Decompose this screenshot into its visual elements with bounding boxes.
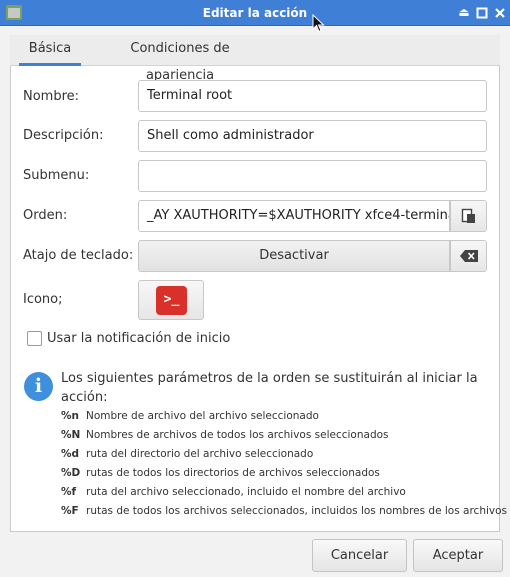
clear-shortcut-button[interactable] — [450, 240, 487, 272]
cancel-button[interactable]: Cancelar — [312, 539, 407, 572]
tab-condiciones-apariencia[interactable]: Condiciones de apariencia — [97, 35, 263, 83]
info-icon: i — [24, 372, 53, 401]
param-desc: ruta del archivo seleccionado, incluido … — [86, 486, 406, 498]
browse-command-button[interactable] — [450, 200, 487, 232]
param-row: %F rutas de todos los archivos selecciona… — [61, 505, 507, 517]
param-row: %D rutas de todos los directorios de arch… — [61, 467, 380, 479]
submenu-field[interactable] — [138, 160, 487, 192]
maximize-icon[interactable] — [474, 4, 490, 21]
startup-notification-label[interactable]: Usar la notificación de inicio — [47, 331, 230, 346]
tab-bar: Básica Condiciones de apariencia — [10, 35, 500, 83]
param-row: %n Nombre de archivo del archivo seleccio… — [61, 410, 319, 422]
icon-label: Icono; — [23, 292, 63, 307]
info-text: Los siguientes parámetros de la orden se… — [61, 371, 478, 405]
param-code: %D — [61, 467, 81, 479]
param-code: %F — [61, 505, 79, 517]
description-label: Descripción: — [23, 128, 104, 143]
param-code: %f — [61, 486, 77, 498]
command-label: Orden: — [23, 208, 68, 223]
accept-button[interactable]: Aceptar — [413, 539, 503, 572]
startup-notification-checkbox[interactable] — [27, 331, 42, 346]
name-field[interactable]: Terminal root — [138, 80, 487, 112]
param-code: %N — [61, 429, 81, 441]
command-field[interactable]: _AY XAUTHORITY=$XAUTHORITY xfce4-termina… — [138, 200, 450, 232]
param-row: %d ruta del directorio del archivo selecc… — [61, 448, 313, 460]
mouse-cursor-icon — [312, 14, 325, 33]
param-desc: rutas de todos los archivos seleccionado… — [86, 505, 508, 517]
terminal-icon: >_ — [156, 286, 187, 315]
description-field[interactable]: Shell como administrador — [138, 120, 487, 152]
browse-file-icon — [461, 208, 475, 223]
param-desc: ruta del directorio del archivo seleccio… — [86, 448, 314, 460]
shade-icon[interactable]: ⏏ — [456, 4, 472, 21]
param-code: %d — [61, 448, 80, 460]
icon-chooser-button[interactable]: >_ — [138, 280, 204, 320]
shortcut-button[interactable]: Desactivar — [138, 240, 450, 272]
window-title: Editar la acción — [202, 6, 308, 20]
param-desc: Nombre de archivo del archivo selecciona… — [86, 410, 319, 422]
name-label: Nombre: — [23, 89, 80, 104]
param-desc: Nombres de archivos de todos los archivo… — [86, 429, 389, 441]
shortcut-label: Atajo de teclado: — [23, 248, 134, 263]
param-desc: rutas de todos los directorios de archiv… — [86, 467, 380, 479]
close-icon[interactable] — [492, 4, 508, 21]
title-bar[interactable]: Editar la acción ⏏ — [0, 0, 510, 33]
tab-basica[interactable]: Básica — [19, 35, 81, 66]
param-code: %n — [61, 410, 79, 422]
submenu-label: Submenu: — [23, 168, 90, 183]
param-row: %f ruta del archivo seleccionado, incluid… — [61, 486, 406, 498]
param-row: %N Nombres de archivos de todos los archi… — [61, 429, 389, 441]
clear-shortcut-icon — [460, 250, 478, 262]
